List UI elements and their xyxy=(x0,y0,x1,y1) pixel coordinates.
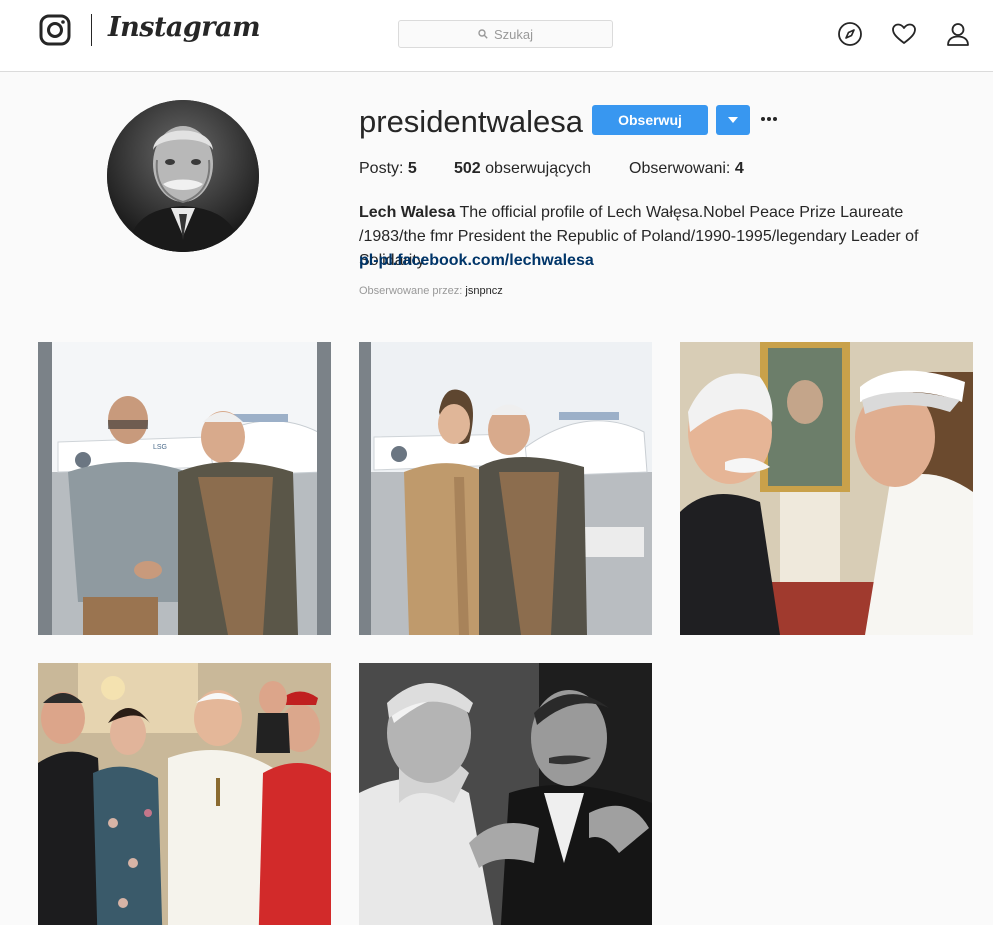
logo-divider xyxy=(91,14,92,46)
explore-compass-icon[interactable] xyxy=(837,21,863,47)
bio-website-link[interactable]: pl-pl.facebook.com/lechwalesa xyxy=(359,249,594,273)
suggestions-dropdown-button[interactable] xyxy=(716,105,750,135)
following-label: Obserwowani: xyxy=(629,160,731,177)
search-input[interactable]: Szukaj xyxy=(398,20,613,48)
followers-count: 502 xyxy=(454,160,481,177)
search-placeholder: Szukaj xyxy=(493,26,534,42)
post-photo-meeting-pope-francis xyxy=(680,342,973,635)
followed-by-label: Obserwowane przez: xyxy=(359,285,463,297)
ellipsis-dot xyxy=(761,117,765,121)
post-photo-bw-embrace-john-paul xyxy=(359,663,652,925)
following-stat[interactable]: Obserwowani: 4 xyxy=(629,160,744,178)
caret-down-icon xyxy=(728,117,738,123)
profile-username: presidentwalesa xyxy=(359,104,584,139)
followed-by: Obserwowane przez: jsnpncz xyxy=(359,285,503,297)
post-photo-airport-two-men: LSG xyxy=(38,342,331,635)
top-navigation-bar: Instagram Szukaj xyxy=(0,0,993,72)
posts-count: 5 xyxy=(407,160,417,177)
followed-by-user-link[interactable]: jsnpncz xyxy=(465,285,502,297)
followers-label: obserwujących xyxy=(485,160,591,177)
more-options-button[interactable] xyxy=(758,108,780,130)
post-thumbnail[interactable] xyxy=(359,663,652,925)
search-icon xyxy=(478,29,488,39)
post-photo-group-with-pope-john-paul xyxy=(38,663,331,925)
activity-heart-icon[interactable] xyxy=(891,21,917,47)
post-photo-airport-woman-man xyxy=(359,342,652,635)
ellipsis-dot xyxy=(773,117,777,121)
post-thumbnail[interactable] xyxy=(38,663,331,925)
ellipsis-dot xyxy=(767,117,771,121)
profile-icon[interactable] xyxy=(945,21,971,47)
instagram-wordmark[interactable]: Instagram xyxy=(108,12,261,43)
profile-avatar xyxy=(107,100,259,252)
posts-label: Posty: xyxy=(359,160,404,177)
instagram-glyph-icon[interactable] xyxy=(39,14,71,46)
svg-text:LSG: LSG xyxy=(153,444,167,451)
posts-stat: Posty: 5 xyxy=(359,160,417,178)
post-thumbnail[interactable] xyxy=(359,342,652,635)
post-thumbnail[interactable] xyxy=(680,342,973,635)
followers-stat[interactable]: 502 obserwujących xyxy=(454,160,591,178)
post-thumbnail[interactable]: LSG xyxy=(38,342,331,635)
profile-full-name: Lech Walesa xyxy=(359,204,456,221)
following-count: 4 xyxy=(734,160,744,177)
follow-button[interactable]: Obserwuj xyxy=(592,105,708,135)
